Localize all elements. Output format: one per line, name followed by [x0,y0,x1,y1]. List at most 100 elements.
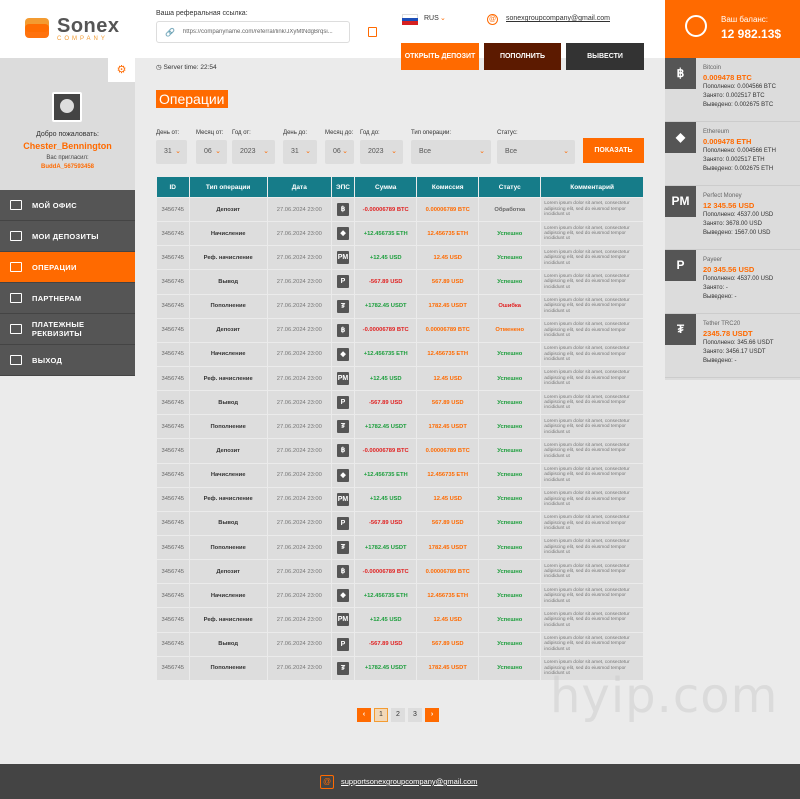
cell-commission: 12.456735 ETH [417,342,479,366]
cell-id: 3456745 [157,294,189,318]
filter-value: 2023 [368,148,384,155]
table-row: 3456745 Депозит 27.06.2024 23:00 ฿ -0.000067… [157,560,643,584]
chevron-down-icon: ⌄ [342,148,348,155]
filter-select[interactable]: 31 ⌄ [156,140,187,164]
cell-commission: 1782.45 USDT [417,535,479,560]
prev-page-button[interactable]: ‹ [357,708,371,722]
sidebar-item-deposits[interactable]: МОИ ДЕПОЗИТЫ [0,221,135,252]
sidebar-item-label: ПАРТНЕРАМ [32,293,82,303]
cell-sum: +12.456735 ETH [355,463,417,487]
cell-status: Успешно [479,487,541,511]
cell-eps: ◆ [331,342,355,366]
wallet-stat: Выведено: 1567.00 USD [703,230,771,236]
logout-icon [10,355,22,365]
column-header: Тип операции [189,177,267,197]
chevron-down-icon[interactable]: ⌄ [440,14,446,22]
gear-icon[interactable]: ⚙ [108,58,135,82]
cell-id: 3456745 [157,608,189,632]
filter-select[interactable]: Все ⌄ [497,140,575,164]
sidebar-item-partners[interactable]: ПАРТНЕРАМ [0,283,135,314]
support-email[interactable]: supportsonexgroupcompany@gmail.com [341,777,477,786]
table-row: 3456745 Реф. начисление 27.06.2024 23:00 PM… [157,366,643,391]
wallet-stat: Выведено: 0.002675 BTC [703,102,774,108]
watermark: hyip.com [550,668,779,724]
cell-commission: 567.89 USD [417,391,479,415]
cell-type: Начисление [189,222,267,246]
cell-type: Депозит [189,560,267,584]
payment-system-icon: PM [337,613,350,627]
filter-select[interactable]: 2023 ⌄ [232,140,275,164]
cell-date: 27.06.2024 23:00 [267,463,331,487]
logo[interactable]: Sonex COMPANY [0,0,135,58]
page-title: Операции [156,90,228,108]
sidebar-item-office[interactable]: МОЙ ОФИС [0,190,135,221]
logo-icon [25,18,49,40]
filter-select[interactable]: 31 ⌄ [283,140,317,164]
table-row: 3456745 Реф. начисление 27.06.2024 23:00 PM… [157,608,643,632]
cell-type: Вывод [189,511,267,535]
wallet-stat: Занято: - [703,285,728,291]
cell-id: 3456745 [157,656,189,680]
payment-system-icon: ◆ [337,227,350,241]
cell-status: Обработка [479,198,541,222]
tether-icon: ₮ [665,314,696,345]
cell-status: Успешно [479,391,541,415]
sidebar-item-logout[interactable]: ВЫХОД [0,345,135,376]
wallet-amount: 0.009478 BTC [703,73,752,82]
wallet-stat: Пополнено: 4537.00 USD [703,212,774,218]
cell-type: Начисление [189,342,267,366]
cell-status: Отменено [479,318,541,342]
sidebar-item-operations[interactable]: ОПЕРАЦИИ [0,252,135,283]
payment-details-icon [10,324,22,334]
flag-ru-icon[interactable] [402,14,418,25]
payment-system-icon: PM [337,372,350,386]
operations-table: ID Тип операции Дата ЭПС Сумма Комиссия Статус… [156,176,644,681]
cell-date: 27.06.2024 23:00 [267,318,331,342]
wallet-stat: Занято: 0.002517 ETH [703,157,765,163]
cell-sum: +12.45 USD [355,366,417,391]
cell-eps: ◆ [331,463,355,487]
cell-commission: 12.45 USD [417,608,479,632]
cell-eps: ◆ [331,584,355,608]
page-2-button[interactable]: 2 [391,708,405,722]
next-page-button[interactable]: › [425,708,439,722]
referral-link-field[interactable]: 🔗 https://companyname.com/referral/link/… [156,21,350,43]
cell-id: 3456745 [157,366,189,391]
cell-date: 27.06.2024 23:00 [267,632,331,656]
cell-sum: +1782.45 USDT [355,294,417,318]
filter-select[interactable]: Все ⌄ [411,140,491,164]
referral-label: Ваша реферальная ссылка: [156,10,248,17]
language-select[interactable]: RUS [424,15,439,22]
cell-type: Пополнение [189,656,267,680]
copy-icon[interactable] [368,27,377,37]
filter-select[interactable]: 06 ⌄ [196,140,227,164]
cell-date: 27.06.2024 23:00 [267,294,331,318]
payment-system-icon: ₮ [337,299,350,313]
wallet-amount: 20 345.56 USD [703,265,755,274]
email-icon: @ [320,775,334,789]
cell-type: Реф. начисление [189,246,267,270]
cell-date: 27.06.2024 23:00 [267,511,331,535]
wallet-card: P Payeer 20 345.56 USD Пополнено: 4537.00 U… [665,250,800,314]
table-row: 3456745 Депозит 27.06.2024 23:00 ฿ -0.000067… [157,439,643,463]
filter-select[interactable]: 06 ⌄ [325,140,354,164]
filter-select[interactable]: 2023 ⌄ [360,140,403,164]
cell-status: Успешно [479,560,541,584]
wallet-stat: Пополнено: 0.004566 BTC [703,84,776,90]
wallet-stat: Выведено: - [703,358,737,364]
cell-sum: +12.45 USD [355,487,417,511]
cell-eps: P [331,391,355,415]
wallet-stat: Пополнено: 345.66 USDT [703,340,774,346]
contact-email[interactable]: sonexgroupcompany@gmail.com [506,15,610,22]
show-button[interactable]: ПОКАЗАТЬ [583,138,644,163]
cell-sum: +12.456735 ETH [355,342,417,366]
payment-system-icon: PM [337,492,350,506]
column-header: Комментарий [541,177,643,197]
page-1-button[interactable]: 1 [374,708,388,722]
cell-status: Успешно [479,608,541,632]
sidebar-item-payment-details[interactable]: ПЛАТЕЖНЫЕ РЕКВИЗИТЫ [0,314,135,345]
chevron-down-icon: ⌄ [215,148,221,155]
page-3-button[interactable]: 3 [408,708,422,722]
table-row: 3456745 Начисление 27.06.2024 23:00 ◆ +12.45… [157,222,643,246]
cell-comment: Lorem ipsum dolor sit amet, consectetur … [541,342,643,366]
